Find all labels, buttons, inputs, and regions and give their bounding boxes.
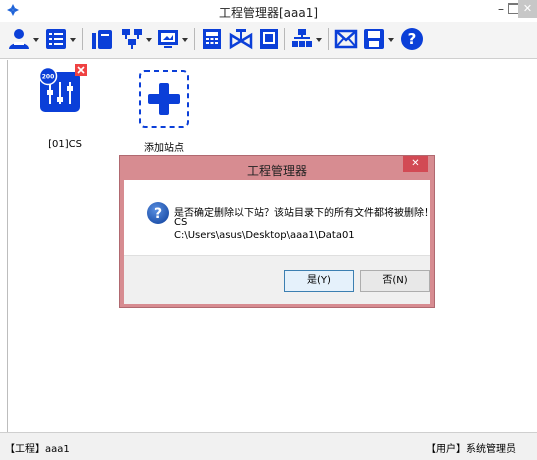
confirm-delete-dialog: 工程管理器 ✕ ? 是否确定删除以下站？该站目录下的所有文件都将被删除！ CS … — [119, 155, 435, 308]
title-bar: 工程管理器[aaa1] – ✕ — [0, 0, 537, 23]
dialog-station-name: CS — [174, 217, 188, 228]
station-label: [01]CS — [48, 139, 82, 150]
display-icon[interactable] — [257, 27, 281, 51]
question-icon: ? — [147, 202, 169, 224]
dialog-title: 工程管理器 — [246, 164, 307, 178]
add-station-item[interactable]: 添加站点 — [129, 64, 199, 154]
device-icon[interactable] — [90, 27, 114, 51]
screen-icon[interactable] — [156, 27, 180, 51]
calculator-icon[interactable] — [200, 27, 224, 51]
toolbar-separator — [194, 28, 195, 50]
network-icon[interactable] — [120, 27, 144, 51]
close-button[interactable]: ✕ — [518, 0, 537, 18]
valve-icon[interactable] — [229, 27, 253, 51]
users-icon[interactable] — [7, 27, 31, 51]
dialog-close-button[interactable]: ✕ — [403, 156, 428, 172]
station-badge: 200 — [42, 74, 55, 81]
chevron-down-icon[interactable] — [387, 36, 395, 44]
mail-icon[interactable] — [334, 27, 358, 51]
list-icon[interactable] — [44, 27, 68, 51]
chevron-down-icon[interactable] — [145, 36, 153, 44]
chevron-down-icon[interactable] — [181, 36, 189, 44]
toolbar-separator — [284, 28, 285, 50]
station-label: 添加站点 — [144, 143, 184, 154]
station-item[interactable]: 200 [01]CS — [32, 64, 98, 154]
toolbar-separator — [82, 28, 83, 50]
toolbar-separator — [328, 28, 329, 50]
status-project: 【工程】aaa1 — [5, 444, 70, 455]
chevron-down-icon[interactable] — [315, 36, 323, 44]
status-user: 【用户】系统管理员 — [426, 444, 516, 455]
network-tree-icon[interactable] — [290, 27, 314, 51]
status-bar: 【工程】aaa1 【用户】系统管理员 — [0, 432, 537, 460]
no-button[interactable]: 否(N) — [360, 270, 430, 292]
dialog-footer: 是(Y) 否(N) — [124, 255, 430, 304]
save-icon[interactable] — [362, 27, 386, 51]
svg-text:?: ? — [408, 30, 417, 48]
dialog-path: C:\Users\asus\Desktop\aaa1\Data01 — [174, 230, 355, 241]
window-title: 工程管理器[aaa1] — [218, 6, 319, 20]
toolbar: ? — [0, 22, 537, 59]
dialog-message: 是否确定删除以下站？该站目录下的所有文件都将被删除！ — [174, 208, 434, 219]
svg-text:?: ? — [154, 206, 162, 222]
help-icon[interactable]: ? — [400, 27, 424, 51]
chevron-down-icon[interactable] — [69, 36, 77, 44]
chevron-down-icon[interactable] — [32, 36, 40, 44]
dialog-body: ? 是否确定删除以下站？该站目录下的所有文件都将被删除！ CS C:\Users… — [124, 180, 434, 255]
yes-button[interactable]: 是(Y) — [284, 270, 354, 292]
station-mixer-icon: 200 — [38, 64, 87, 112]
add-station-icon — [139, 70, 189, 128]
